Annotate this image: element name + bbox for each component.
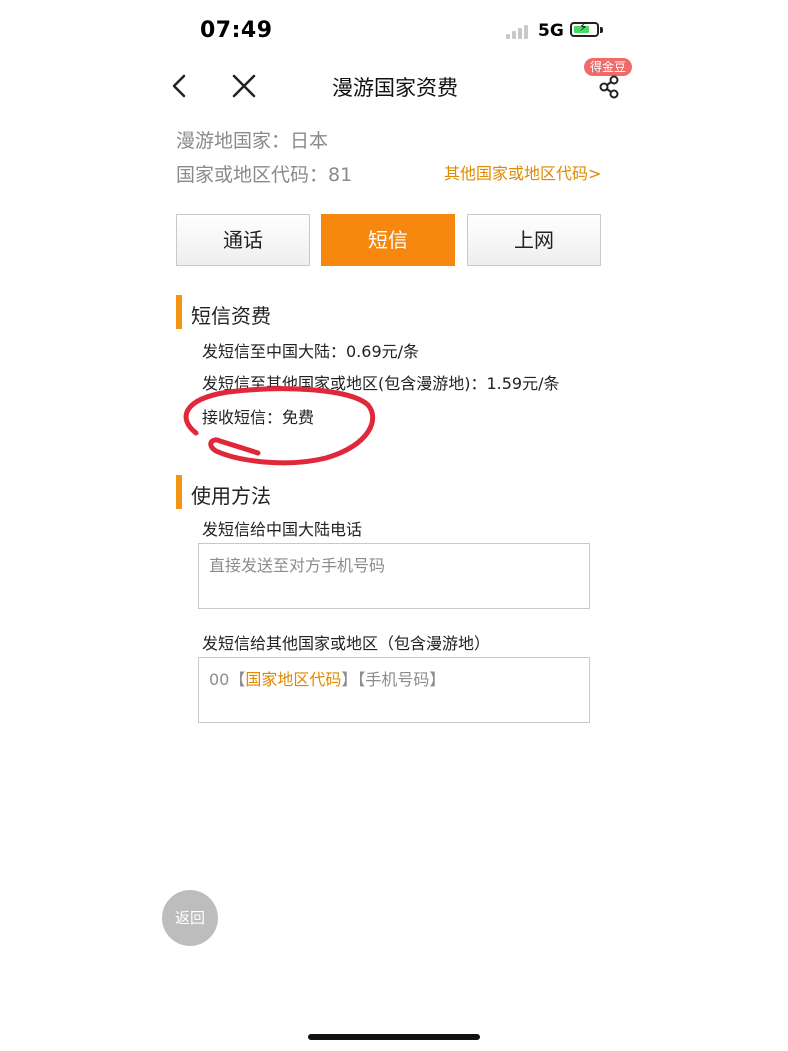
- usage-title: 使用方法: [191, 484, 271, 508]
- back-arrow-icon[interactable]: [168, 72, 194, 100]
- share-icon[interactable]: [596, 74, 622, 100]
- section-accent-bar: [176, 295, 182, 329]
- home-indicator[interactable]: [308, 1034, 480, 1040]
- network-type: 5G: [538, 21, 564, 41]
- fee-mainland: 发短信至中国大陆：0.69元/条: [202, 342, 420, 361]
- other-instruction-text: 00【国家地区代码】【手机号码】: [209, 670, 446, 689]
- annotation-circle: [183, 386, 376, 466]
- battery-icon: ⚡: [570, 21, 599, 37]
- tab-call[interactable]: 通话: [176, 214, 310, 266]
- sms-fee-title: 短信资费: [191, 304, 271, 328]
- country-code-highlight: 国家地区代码: [245, 670, 342, 689]
- tab-data[interactable]: 上网: [467, 214, 601, 266]
- mainland-instruction-box: 直接发送至对方手机号码: [198, 543, 590, 609]
- tab-sms[interactable]: 短信: [321, 214, 455, 266]
- other-country-code-link[interactable]: 其他国家或地区代码>: [444, 160, 601, 184]
- cellular-signal-icon: [506, 23, 532, 39]
- mainland-instruction-text: 直接发送至对方手机号码: [209, 556, 386, 575]
- status-time: 07:49: [200, 18, 273, 43]
- country-code: 国家或地区代码：81: [176, 164, 353, 186]
- other-instruction-box: 00【国家地区代码】【手机号码】: [198, 657, 590, 723]
- close-icon[interactable]: [230, 72, 258, 100]
- section-accent-bar: [176, 475, 182, 509]
- battery-cap: [600, 27, 603, 33]
- floating-back-button[interactable]: 返回: [162, 890, 218, 946]
- usage-other-label: 发短信给其他国家或地区（包含漫游地）: [202, 634, 491, 653]
- roaming-country: 漫游地国家：日本: [176, 130, 329, 152]
- usage-mainland-label: 发短信给中国大陆电话: [202, 520, 363, 539]
- page-title: 漫游国家资费: [332, 76, 458, 100]
